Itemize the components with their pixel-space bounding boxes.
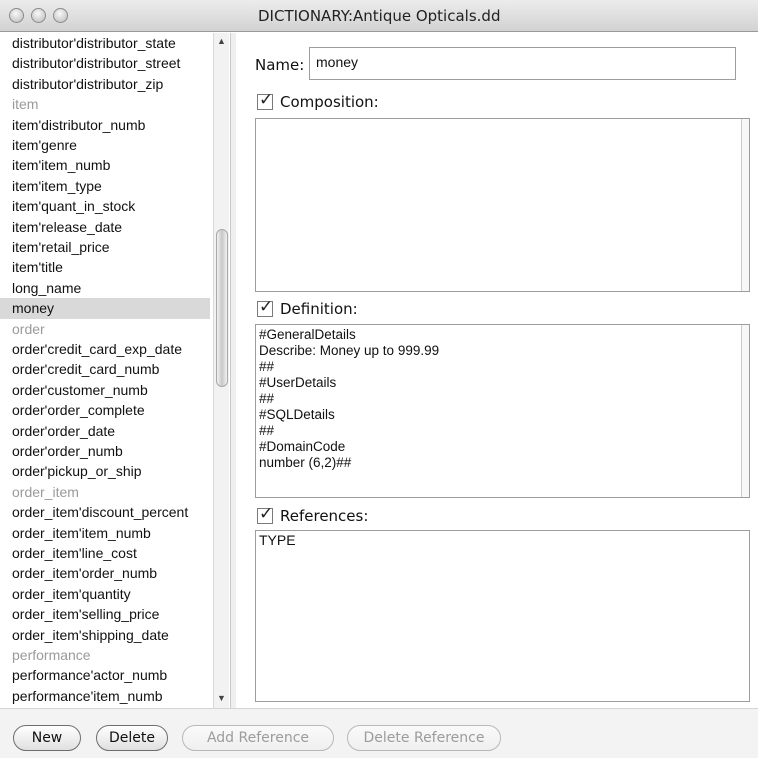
list-item[interactable]: item'release_date xyxy=(12,217,212,237)
list-item[interactable]: distributor'distributor_state xyxy=(12,33,212,53)
definition-textarea[interactable]: #GeneralDetails Describe: Money up to 999… xyxy=(255,324,750,498)
minimize-window-button[interactable] xyxy=(31,8,46,23)
list-item[interactable]: order'order_complete xyxy=(12,400,212,420)
list-item[interactable]: order'order_numb xyxy=(12,441,212,461)
list-scrollbar[interactable]: ▲ ▼ xyxy=(213,33,229,708)
list-item[interactable]: order_item'item_numb xyxy=(12,523,212,543)
definition-line: #UserDetails xyxy=(259,375,337,390)
list-item[interactable]: item'retail_price xyxy=(12,237,212,257)
references-value: TYPE xyxy=(259,532,296,548)
list-item[interactable]: performance'actor_numb xyxy=(12,665,212,685)
list-item[interactable]: order'pickup_or_ship xyxy=(12,461,212,481)
list-item[interactable]: distributor'distributor_street xyxy=(12,53,212,73)
list-item[interactable]: order_item'line_cost xyxy=(12,543,212,563)
list-item[interactable]: money xyxy=(0,298,210,319)
pane-splitter[interactable] xyxy=(230,33,236,708)
list-item[interactable]: order'customer_numb xyxy=(12,380,212,400)
list-item[interactable]: performance xyxy=(12,645,212,665)
definition-line: #GeneralDetails xyxy=(259,327,356,342)
list-item[interactable]: order'credit_card_exp_date xyxy=(12,339,212,359)
checkmark-icon: ✓ xyxy=(259,90,274,110)
delete-button[interactable]: Delete xyxy=(96,725,168,751)
list-item[interactable]: item'genre xyxy=(12,135,212,155)
composition-textarea[interactable] xyxy=(255,118,750,292)
definition-label: Definition: xyxy=(280,300,358,318)
window-title: DICTIONARY:Antique Opticals.dd xyxy=(258,7,501,25)
zoom-window-button[interactable] xyxy=(53,8,68,23)
definition-scrollbar[interactable] xyxy=(741,325,749,497)
list-item[interactable]: performance'item_numb xyxy=(12,686,212,706)
list-item[interactable]: order_item'selling_price xyxy=(12,604,212,624)
name-label: Name: xyxy=(255,56,305,74)
list-item[interactable]: long_name xyxy=(12,278,212,298)
list-item[interactable]: order'order_date xyxy=(12,421,212,441)
definition-line: #SQLDetails xyxy=(259,407,335,422)
list-item[interactable]: item'distributor_numb xyxy=(12,115,212,135)
list-item[interactable]: item xyxy=(12,94,212,114)
definition-checkbox[interactable]: ✓ xyxy=(257,297,273,317)
definition-line: Describe: Money up to 999.99 xyxy=(259,343,440,358)
window-titlebar: DICTIONARY:Antique Opticals.dd xyxy=(0,0,758,32)
close-window-button[interactable] xyxy=(9,8,24,23)
list-item[interactable]: item'quant_in_stock xyxy=(12,196,212,216)
list-item[interactable]: item'item_type xyxy=(12,176,212,196)
scroll-thumb[interactable] xyxy=(216,229,228,387)
list-item[interactable]: order'credit_card_numb xyxy=(12,359,212,379)
list-item[interactable]: distributor'distributor_zip xyxy=(12,74,212,94)
definition-line: ## xyxy=(259,423,275,438)
composition-checkbox[interactable]: ✓ xyxy=(257,90,273,110)
list-item[interactable]: item'item_numb xyxy=(12,155,212,175)
references-textarea[interactable]: TYPE xyxy=(255,530,750,702)
add-reference-button[interactable]: Add Reference xyxy=(182,725,334,751)
definition-line: number (6,2)## xyxy=(259,455,352,470)
composition-label: Composition: xyxy=(280,93,379,111)
definition-line: ## xyxy=(259,359,275,374)
composition-scrollbar[interactable] xyxy=(741,119,749,291)
checkmark-icon: ✓ xyxy=(259,297,274,317)
list-item[interactable]: order_item'shipping_date xyxy=(12,625,212,645)
list-item[interactable]: item'title xyxy=(12,257,212,277)
checkmark-icon: ✓ xyxy=(259,504,274,524)
list-item[interactable]: order_item'discount_percent xyxy=(12,502,212,522)
scroll-down-arrow-icon[interactable]: ▼ xyxy=(217,693,226,703)
definition-line: #DomainCode xyxy=(259,439,346,454)
references-label: References: xyxy=(280,507,369,525)
scroll-up-arrow-icon[interactable]: ▲ xyxy=(217,36,226,46)
delete-reference-button[interactable]: Delete Reference xyxy=(347,725,501,751)
list-item[interactable]: order xyxy=(12,319,212,339)
references-checkbox[interactable]: ✓ xyxy=(257,504,273,524)
list-item[interactable]: order_item'quantity xyxy=(12,584,212,604)
list-item[interactable]: order_item'order_numb xyxy=(12,563,212,583)
list-item[interactable]: order_item xyxy=(12,482,212,502)
name-field[interactable]: money xyxy=(309,47,736,80)
new-button[interactable]: New xyxy=(13,725,81,751)
definition-line: ## xyxy=(259,391,275,406)
dictionary-entry-list[interactable]: distributor'distributor_state distributor… xyxy=(0,33,232,708)
bottom-toolbar: New Delete Add Reference Delete Referenc… xyxy=(0,708,758,758)
